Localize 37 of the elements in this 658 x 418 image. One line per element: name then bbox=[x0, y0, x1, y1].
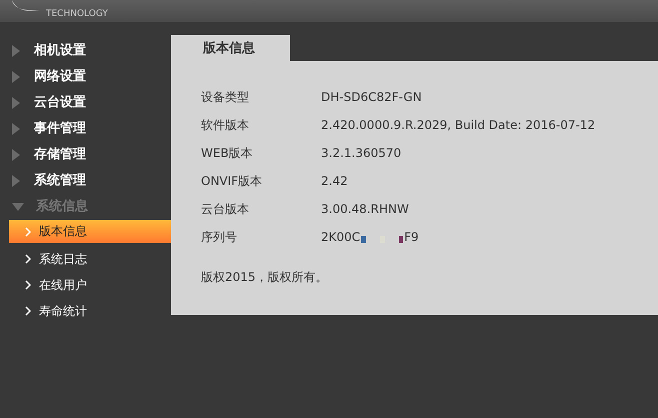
field-value: 3.2.1.360570 bbox=[321, 146, 402, 160]
triangle-icon bbox=[12, 123, 20, 135]
field-value: 2K00C bbox=[321, 230, 360, 244]
field-value: 2.420.0000.9.R.2029, Build Date: 2016-07-12 bbox=[321, 118, 596, 132]
submenu-item[interactable]: 在线用户 bbox=[9, 272, 171, 298]
field-value: 3.00.48.RHNW bbox=[321, 202, 409, 216]
menu-item[interactable]: 云台设置 bbox=[0, 90, 171, 116]
menu-item[interactable]: 系统管理 bbox=[0, 168, 171, 194]
triangle-icon bbox=[12, 175, 20, 187]
submenu-item[interactable]: 系统日志 bbox=[9, 246, 171, 272]
chevron-icon bbox=[25, 306, 31, 316]
field-value: F9 bbox=[404, 230, 419, 244]
copyright-text: 版权2015，版权所有。 bbox=[201, 269, 329, 286]
field-label: 序列号 bbox=[201, 228, 238, 246]
menu-item[interactable]: 事件管理 bbox=[0, 116, 171, 142]
triangle-icon bbox=[12, 45, 20, 57]
triangle-icon bbox=[12, 203, 24, 211]
submenu-item[interactable]: 寿命统计 bbox=[9, 298, 171, 324]
chevron-icon bbox=[25, 280, 31, 290]
field-label: ONVIF版本 bbox=[201, 172, 264, 190]
field-label: 云台版本 bbox=[201, 200, 250, 218]
triangle-icon bbox=[12, 97, 20, 109]
menu-item[interactable]: 存储管理 bbox=[0, 142, 171, 168]
menu-item[interactable]: 相机设置 bbox=[0, 38, 171, 64]
field-label: 设备类型 bbox=[201, 88, 250, 106]
chevron-icon bbox=[25, 226, 31, 236]
logo-tagline: TECHNOLOGY bbox=[46, 9, 108, 19]
triangle-icon bbox=[12, 71, 20, 83]
triangle-icon bbox=[12, 149, 20, 161]
chevron-icon bbox=[25, 254, 31, 264]
field-value: 2.42 bbox=[321, 174, 348, 188]
field-label: 软件版本 bbox=[201, 116, 250, 134]
menu-item[interactable]: 网络设置 bbox=[0, 64, 171, 90]
submenu-item[interactable]: 版本信息 bbox=[9, 220, 171, 243]
field-value: DH-SD6C82F-GN bbox=[321, 90, 422, 104]
field-label: WEB版本 bbox=[201, 144, 254, 162]
tab[interactable]: 版本信息 bbox=[171, 35, 290, 61]
